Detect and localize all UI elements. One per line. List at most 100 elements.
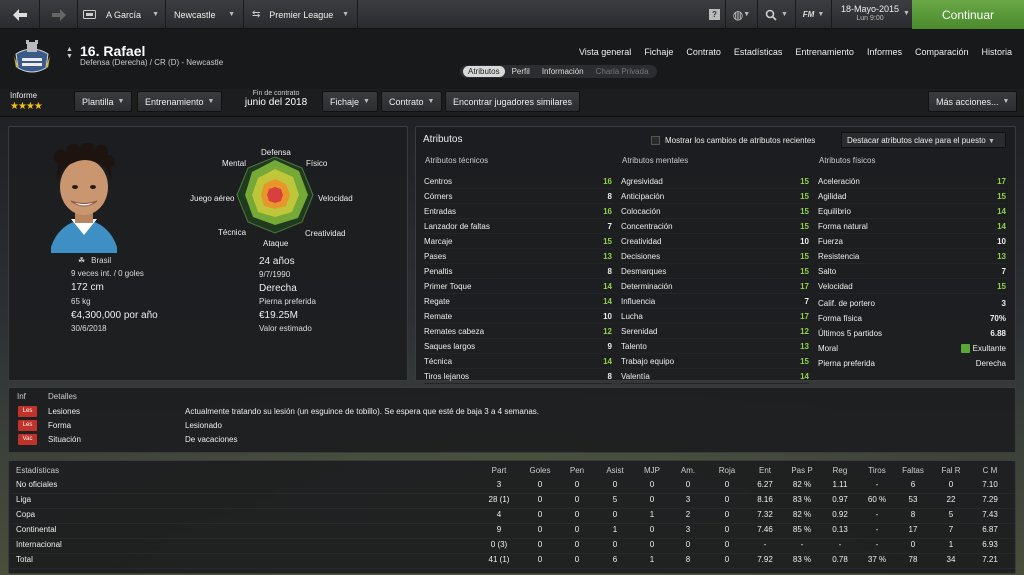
injury-detail: Lesionado xyxy=(185,421,222,430)
player-position: Defensa (Derecha) / CR (D) - Newcastle xyxy=(80,58,224,67)
attribute-value: 15 xyxy=(800,206,809,216)
stats-cell: - xyxy=(875,540,879,549)
nav-contrato[interactable]: Contrato xyxy=(686,47,721,57)
stats-cell: 82 % xyxy=(792,480,812,489)
extra-attribute-value-text: 6.88 xyxy=(990,329,1006,338)
manager-menu[interactable]: A García ▼ xyxy=(100,0,166,29)
search-button[interactable]: ▼ xyxy=(758,0,796,29)
help-button[interactable]: ? xyxy=(704,0,726,29)
dob: 9/7/1990 xyxy=(259,270,291,279)
contrato-button[interactable]: Contrato ▼ xyxy=(381,91,443,112)
stats-cell: 0 xyxy=(574,480,580,489)
preferred-foot-label: Pierna preferida xyxy=(259,297,316,306)
attribute-name: Aceleración xyxy=(818,176,860,186)
injury-label: Forma xyxy=(48,421,72,430)
attribute-name: Lanzador de faltas xyxy=(424,221,490,231)
fm-menu-button[interactable]: FM ▼ xyxy=(796,0,832,29)
similar-players-button[interactable]: Encontrar jugadores similares xyxy=(445,91,581,112)
more-actions-button[interactable]: Más acciones... ▼ xyxy=(928,91,1018,112)
stats-cell: 28 (1) xyxy=(488,495,510,504)
stats-cell: 85 % xyxy=(792,525,812,534)
extra-attribute-value-text: 70% xyxy=(989,314,1006,323)
tab-informacion[interactable]: Información xyxy=(537,66,589,77)
stats-cell: 1 xyxy=(612,525,618,534)
chevron-down-icon: ▼ xyxy=(427,98,435,105)
attribute-name: Entradas xyxy=(424,206,457,216)
attribute-value: 14 xyxy=(997,221,1006,231)
attribute-row: Regate 14 xyxy=(424,294,612,309)
injury-badge: Vac xyxy=(18,434,37,445)
nav-historia[interactable]: Historia xyxy=(981,47,1012,57)
stats-cell: - xyxy=(763,540,767,549)
attribute-row: Valentía 14 xyxy=(621,369,809,384)
plantilla-button[interactable]: Plantilla ▼ xyxy=(74,91,133,112)
chevron-down-icon: ▼ xyxy=(987,138,995,145)
tab-atributos[interactable]: Atributos xyxy=(463,66,505,77)
tab-charla-privada[interactable]: Charla Privada xyxy=(591,66,654,77)
radar-label-ataque: Ataque xyxy=(263,239,289,248)
stats-cell: 22 xyxy=(946,495,956,504)
entrenamiento-button[interactable]: Entrenamiento ▼ xyxy=(137,91,223,112)
club-menu[interactable]: Newcastle ▼ xyxy=(166,0,244,29)
stats-row-label: No oficiales xyxy=(16,480,58,489)
forward-arrow-icon xyxy=(51,8,66,21)
stats-cell: 7.29 xyxy=(982,495,998,504)
stats-cell: 0.97 xyxy=(832,495,848,504)
wage: €4,300,000 por año xyxy=(71,310,158,321)
estimated-value-label: Valor estimado xyxy=(259,324,312,333)
continue-button[interactable]: Continuar xyxy=(912,0,1024,29)
stats-cell: 17 xyxy=(908,525,918,534)
fichaje-label: Fichaje xyxy=(330,96,360,107)
back-arrow-icon xyxy=(12,8,27,21)
swap-icon: ⇆ xyxy=(252,9,261,20)
attribute-name: Desmarques xyxy=(621,266,667,276)
nav-comparacion[interactable]: Comparación xyxy=(915,47,969,57)
stats-cell: 41 (1) xyxy=(488,555,510,564)
tab-perfil[interactable]: Perfil xyxy=(507,66,535,77)
attribute-value: 13 xyxy=(800,341,809,351)
attribute-row: Serenidad 12 xyxy=(621,324,809,339)
stats-cell: 0 xyxy=(724,540,730,549)
attribute-row: Remates cabeza 12 xyxy=(424,324,612,339)
fichaje-button[interactable]: Fichaje ▼ xyxy=(322,91,378,112)
date-caret[interactable]: ▼ xyxy=(903,10,910,17)
stats-cell: 8 xyxy=(685,555,691,564)
chevron-down-icon: ▼ xyxy=(781,11,788,18)
nav-vista-general[interactable]: Vista general xyxy=(579,47,631,57)
extra-attribute-value: 3 xyxy=(1002,299,1006,308)
stats-cell: 0 (3) xyxy=(490,540,508,549)
attribute-row: Determinación 17 xyxy=(621,279,809,294)
nav-informes[interactable]: Informes xyxy=(867,47,902,57)
attribute-value: 14 xyxy=(603,281,612,291)
attribute-value: 17 xyxy=(997,176,1006,186)
nav-estadisticas[interactable]: Estadísticas xyxy=(734,47,783,57)
nav-fichaje[interactable]: Fichaje xyxy=(644,47,673,57)
attribute-row: Remate 10 xyxy=(424,309,612,324)
tecnicos-header: Atributos técnicos xyxy=(425,156,489,165)
competition-menu[interactable]: ⇆ Premier League ▼ xyxy=(244,0,358,29)
stats-cell: - xyxy=(838,540,842,549)
globe-button[interactable]: ◍ ▼ xyxy=(726,0,758,29)
attribute-name: Fuerza xyxy=(818,236,843,246)
nav-entrenamiento[interactable]: Entrenamiento xyxy=(795,47,854,57)
back-button[interactable] xyxy=(0,0,40,29)
attribute-value: 15 xyxy=(800,266,809,276)
forward-button[interactable] xyxy=(40,0,78,29)
highlight-label: Destacar atributos clave para el puesto xyxy=(847,136,986,145)
more-actions-label: Más acciones... xyxy=(936,96,999,107)
highlight-key-attributes-dropdown[interactable]: Destacar atributos clave para el puesto … xyxy=(841,132,1006,148)
chevron-down-icon: ▼ xyxy=(1002,98,1010,105)
chevron-down-icon: ▼ xyxy=(228,11,235,18)
newcastle-crest-icon xyxy=(14,40,50,73)
attribute-name: Talento xyxy=(621,341,647,351)
stats-cell: 6 xyxy=(612,555,618,564)
injury-detail: De vacaciones xyxy=(185,435,238,444)
attribute-value: 15 xyxy=(997,191,1006,201)
injury-label: Situación xyxy=(48,435,81,444)
show-changes-checkbox[interactable] xyxy=(651,136,660,145)
player-caret[interactable]: ▲ ▼ xyxy=(66,46,73,60)
contract-end-label: Fin de contrato xyxy=(252,90,300,97)
stats-cell: 0 xyxy=(685,540,691,549)
attribute-row: Equilibrio 14 xyxy=(818,204,1006,219)
chevron-down-icon: ▼ xyxy=(117,98,125,105)
